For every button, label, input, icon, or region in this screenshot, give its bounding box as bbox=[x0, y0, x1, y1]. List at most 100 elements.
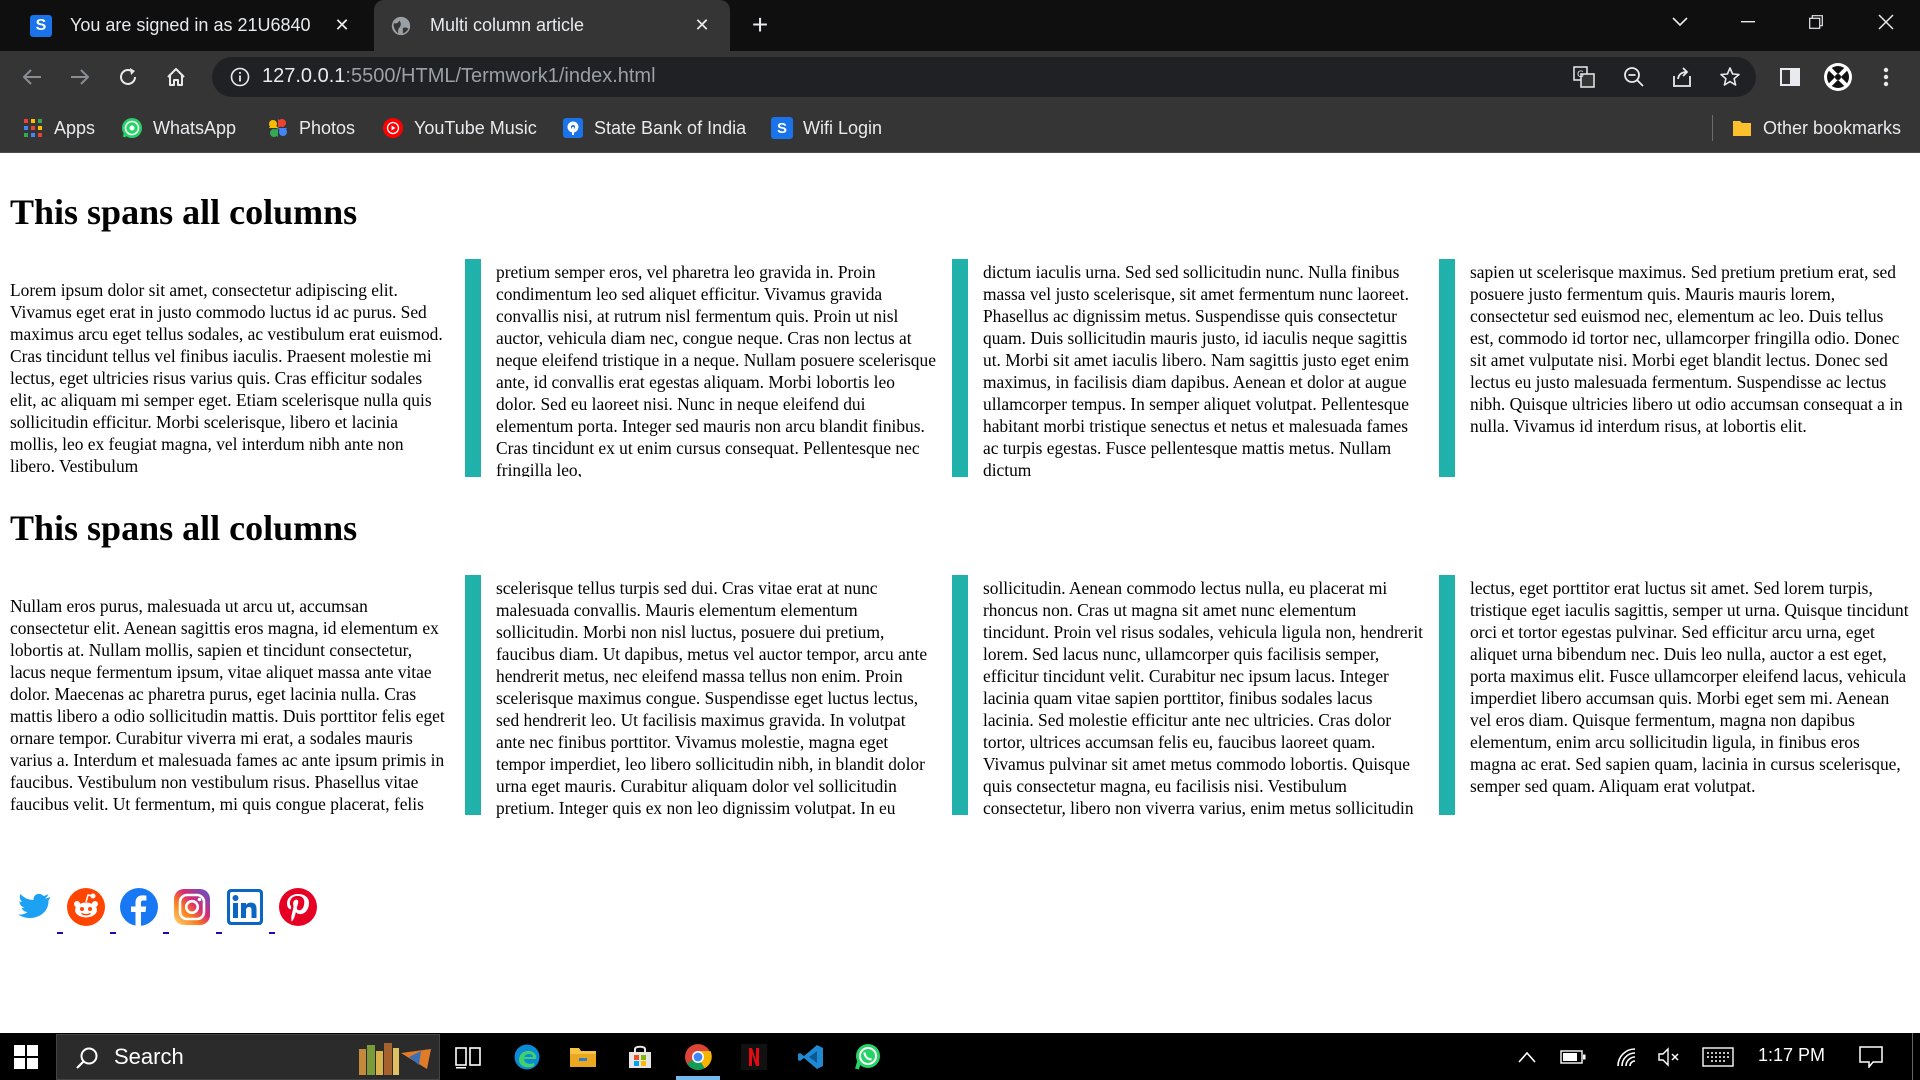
active-app-indicator bbox=[676, 1076, 720, 1080]
windows-taskbar: Search 1:17 PM bbox=[0, 1033, 1920, 1080]
close-icon bbox=[1878, 14, 1894, 30]
tab-search-button[interactable] bbox=[1650, 0, 1710, 44]
column-rule bbox=[1439, 575, 1455, 815]
other-bookmarks[interactable]: Other bookmarks bbox=[1731, 115, 1901, 141]
article-column: Lorem ipsum dolor sit amet, consectetur … bbox=[10, 280, 443, 476]
taskbar-clock[interactable]: 1:17 PM bbox=[1758, 1045, 1825, 1066]
reddit-link[interactable] bbox=[66, 887, 106, 927]
column-rule bbox=[952, 259, 968, 477]
url-path: :5500/HTML/Termwork1/index.html bbox=[345, 65, 656, 87]
reload-icon bbox=[120, 68, 136, 85]
twitter-link[interactable] bbox=[14, 887, 54, 927]
profile-button[interactable] bbox=[1820, 59, 1856, 95]
section-heading: This spans all columns bbox=[10, 192, 358, 232]
info-icon[interactable] bbox=[230, 67, 250, 87]
back-button[interactable] bbox=[14, 59, 50, 95]
close-tab-icon[interactable]: ✕ bbox=[690, 13, 714, 37]
bookmark-star-icon[interactable] bbox=[1718, 65, 1742, 89]
whatsapp-icon bbox=[122, 118, 142, 138]
minimize-button[interactable] bbox=[1718, 0, 1778, 44]
back-arrow-icon bbox=[22, 69, 41, 85]
url-host: 127.0.0.1 bbox=[262, 65, 346, 87]
netflix-button[interactable] bbox=[738, 1041, 770, 1073]
chevron-up-icon bbox=[1518, 1051, 1536, 1063]
bookmarks-bar: Apps WhatsApp Photos YouTube Music State… bbox=[0, 103, 1920, 153]
url-text[interactable]: 127.0.0.1:5500/HTML/Termwork1/index.html bbox=[262, 65, 656, 88]
tab-title: Multi column article bbox=[430, 15, 585, 35]
wifi-icon bbox=[1617, 1048, 1636, 1067]
edge-icon bbox=[514, 1044, 540, 1070]
tab-signed-in[interactable]: S You are signed in as 21U6840 ✕ bbox=[10, 0, 370, 51]
chevron-down-icon bbox=[1672, 17, 1688, 27]
start-button[interactable] bbox=[10, 1041, 42, 1073]
vscode-button[interactable] bbox=[795, 1041, 827, 1073]
close-tab-icon[interactable]: ✕ bbox=[330, 13, 354, 37]
battery-status[interactable] bbox=[1558, 1045, 1588, 1069]
sbi-icon bbox=[563, 118, 583, 138]
volume-control[interactable] bbox=[1654, 1045, 1684, 1069]
article-column: sollicitudin. Aenean commodo lectus null… bbox=[983, 578, 1423, 818]
reload-button[interactable] bbox=[110, 59, 146, 95]
address-bar[interactable]: 127.0.0.1:5500/HTML/Termwork1/index.html… bbox=[212, 57, 1756, 97]
side-panel-button[interactable] bbox=[1772, 59, 1808, 95]
browser-toolbar: 127.0.0.1:5500/HTML/Termwork1/index.html… bbox=[0, 51, 1920, 103]
instagram-link[interactable] bbox=[172, 887, 212, 927]
store-icon bbox=[629, 1045, 651, 1068]
network-status[interactable] bbox=[1612, 1045, 1642, 1069]
photos-icon bbox=[269, 119, 287, 137]
taskbar-search-box[interactable]: Search bbox=[56, 1034, 440, 1080]
vscode-icon bbox=[798, 1045, 823, 1069]
notifications-button[interactable] bbox=[1856, 1045, 1886, 1069]
whatsapp-button[interactable] bbox=[852, 1041, 884, 1073]
pinterest-link[interactable] bbox=[278, 887, 318, 927]
new-tab-button[interactable]: + bbox=[744, 10, 776, 42]
chrome-button[interactable] bbox=[682, 1041, 714, 1073]
tab-multi-column-article[interactable]: Multi column article ✕ bbox=[374, 0, 730, 51]
link-underline bbox=[110, 932, 116, 934]
show-hidden-icons-button[interactable] bbox=[1512, 1045, 1542, 1069]
translate-icon[interactable]: G bbox=[1572, 65, 1596, 89]
bookmark-apps[interactable]: Apps bbox=[22, 115, 95, 141]
facebook-link[interactable] bbox=[119, 887, 159, 927]
link-underline bbox=[163, 932, 169, 934]
bookmark-photos[interactable]: Photos bbox=[267, 115, 355, 141]
linkedin-link[interactable] bbox=[225, 887, 265, 927]
notification-icon bbox=[1859, 1046, 1883, 1068]
search-placeholder: Search bbox=[114, 1044, 184, 1069]
bookmark-label: Apps bbox=[54, 117, 96, 138]
forward-button[interactable] bbox=[62, 59, 98, 95]
bookmark-wifi-login[interactable]: S Wifi Login bbox=[771, 115, 882, 141]
bookmark-label: Photos bbox=[299, 117, 356, 138]
linkedin-icon bbox=[227, 889, 263, 925]
home-button[interactable] bbox=[158, 59, 194, 95]
menu-button[interactable] bbox=[1868, 59, 1904, 95]
zoom-icon[interactable] bbox=[1622, 65, 1646, 89]
globe-icon bbox=[391, 16, 411, 35]
edge-button[interactable] bbox=[511, 1041, 543, 1073]
bookmark-whatsapp[interactable]: WhatsApp bbox=[121, 115, 236, 141]
column-rule bbox=[1439, 259, 1455, 477]
file-explorer-button[interactable] bbox=[567, 1041, 599, 1073]
instagram-icon bbox=[174, 889, 210, 925]
show-desktop-button[interactable] bbox=[1912, 1033, 1913, 1080]
chrome-icon bbox=[685, 1044, 712, 1070]
touch-keyboard-button[interactable] bbox=[1700, 1045, 1736, 1069]
bookmark-youtube-music[interactable]: YouTube Music bbox=[382, 115, 537, 141]
bookmarks-divider bbox=[1712, 115, 1713, 141]
share-icon[interactable] bbox=[1670, 65, 1694, 89]
microsoft-store-button[interactable] bbox=[624, 1041, 656, 1073]
article-column: sapien ut scelerisque maximus. Sed preti… bbox=[1470, 262, 1903, 436]
youtube-music-icon bbox=[383, 118, 403, 138]
other-bookmarks-label: Other bookmarks bbox=[1763, 117, 1902, 138]
link-underline bbox=[57, 932, 63, 934]
battery-icon bbox=[1560, 1050, 1586, 1064]
bookmark-state-bank-of-india[interactable]: State Bank of India bbox=[562, 115, 746, 141]
task-view-button[interactable] bbox=[452, 1041, 484, 1073]
tab-strip: S You are signed in as 21U6840 ✕ Multi c… bbox=[0, 0, 1920, 51]
article-column: scelerisque tellus turpis sed dui. Cras … bbox=[496, 578, 928, 818]
column-rule bbox=[465, 259, 481, 477]
tab-title: You are signed in as 21U6840 bbox=[70, 15, 311, 35]
close-window-button[interactable] bbox=[1856, 0, 1916, 44]
restore-button[interactable] bbox=[1786, 0, 1846, 44]
article-column: pretium semper eros, vel pharetra leo gr… bbox=[496, 262, 936, 477]
